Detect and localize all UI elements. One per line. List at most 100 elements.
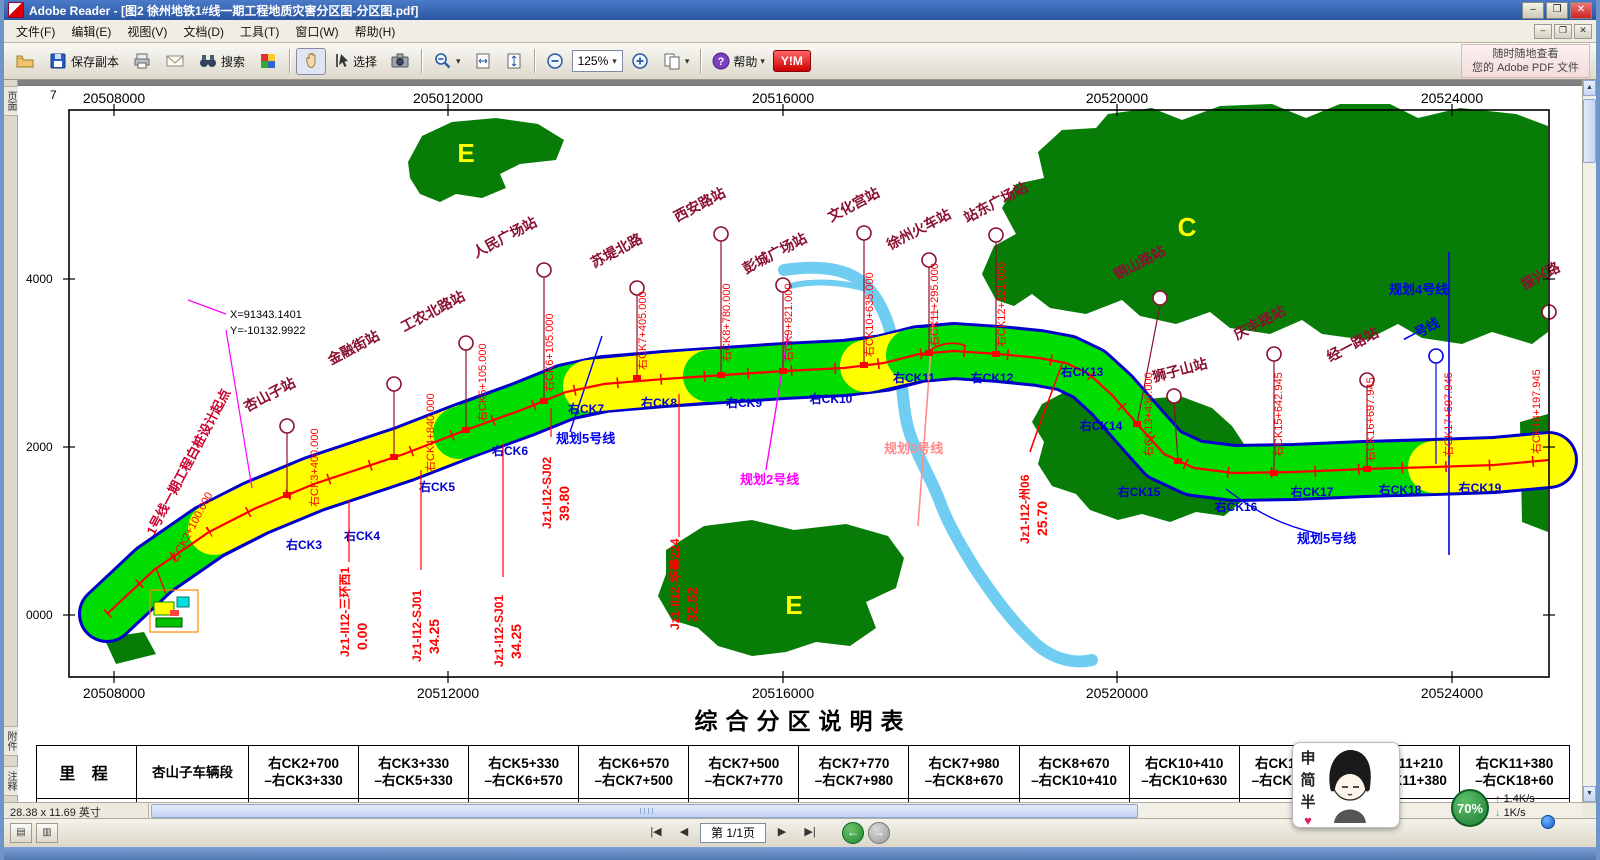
restore-button[interactable]: ❐ [1546, 2, 1568, 19]
vertical-scrollbar[interactable]: ▲ ▼ [1582, 80, 1596, 802]
open-button[interactable] [10, 48, 40, 75]
vertical-scroll-thumb[interactable] [1583, 99, 1596, 163]
help-button[interactable]: ? 帮助 ▾ [707, 48, 770, 75]
row-header-score: 评分联系数 [37, 799, 137, 803]
toolbar-separator [421, 49, 422, 73]
table-cell: 右CK2+700–右CK3+330 [249, 746, 359, 799]
grid-coordinate: 20512000 [417, 685, 480, 701]
adobe-promo: 随时随地查看 您的 Adobe PDF 文件 [1461, 44, 1590, 78]
doc-restore-button[interactable]: ❐ [1554, 24, 1572, 39]
menu-tools[interactable]: 工具(T) [232, 21, 287, 42]
snapshot-button[interactable] [385, 48, 415, 75]
fit-width-button[interactable] [500, 48, 528, 75]
next-page-button[interactable]: ▶ [770, 822, 794, 844]
menu-file[interactable]: 文件(F) [8, 21, 63, 42]
page-display-button[interactable]: ▾ [657, 48, 695, 75]
minimize-button[interactable]: – [1522, 2, 1544, 19]
window-title: Adobe Reader - [图2 徐州地铁1#线一期工程地质灾害分区图-分区… [29, 2, 1522, 19]
horizontal-scroll-thumb[interactable] [151, 804, 1138, 818]
menu-help[interactable]: 帮助(H) [347, 21, 404, 42]
popup-ad[interactable]: 申 简 半 ♥ [1292, 742, 1400, 828]
toolbar-separator [700, 49, 701, 73]
area-letter: E [457, 138, 474, 168]
zoom-level-select[interactable]: 125% ▾ [572, 50, 623, 72]
menu-view[interactable]: 视图(V) [119, 21, 175, 42]
adobe-reader-icon [8, 2, 24, 18]
table-cell: 右CK8+670–右CK10+410 [1019, 746, 1129, 799]
fit-page-button[interactable] [469, 48, 497, 75]
menu-document[interactable]: 文档(D) [175, 21, 232, 42]
search-button[interactable]: 搜索 [193, 48, 250, 75]
heart-icon: ♥ [1304, 813, 1312, 828]
menu-edit[interactable]: 编辑(E) [63, 21, 119, 42]
scroll-up-arrow[interactable]: ▲ [1583, 80, 1596, 96]
toolbar: 保存副本 搜索 选择 ▾ [4, 43, 1596, 80]
plan-line2-label: 规划2号线 [740, 472, 799, 487]
last-page-button[interactable]: ▶| [798, 822, 822, 844]
previous-view-button[interactable]: ← [842, 822, 864, 844]
zoom-out-button[interactable] [541, 48, 569, 75]
first-page-button[interactable]: |◀ [644, 822, 668, 844]
svg-text:狮子山站: 狮子山站 [1150, 355, 1209, 385]
svg-text:右CK16: 右CK16 [1214, 499, 1258, 514]
doc-close-button[interactable]: ✕ [1574, 24, 1592, 39]
save-copy-button[interactable]: 保存副本 [43, 48, 124, 75]
single-page-view-button[interactable]: ▤ [10, 823, 32, 843]
table-cell: 1.34 [1129, 799, 1239, 803]
svg-text:0.00: 0.00 [354, 623, 370, 650]
svg-text:Jz1-II12-三环西1: Jz1-II12-三环西1 [338, 567, 352, 657]
download-arrow-icon: ↓ [1495, 807, 1501, 819]
svg-text:西安路站: 西安路站 [671, 184, 728, 224]
yahoo-messenger-button[interactable]: Y!M [773, 50, 811, 72]
continuous-view-button[interactable]: ▥ [36, 823, 58, 843]
svg-text:右CK13: 右CK13 [1060, 364, 1104, 379]
sidebar-tab-attachments[interactable]: 附件 [2, 726, 19, 756]
promo-line1: 随时随地查看 [1472, 47, 1579, 61]
menu-window[interactable]: 窗口(W) [287, 21, 346, 42]
sidebar-tab-pages[interactable]: 页面 [2, 86, 19, 116]
tray-app-icon[interactable] [1541, 815, 1555, 829]
table-title: 综合分区说明表 [36, 702, 1570, 736]
svg-text:右CK11: 右CK11 [892, 370, 935, 385]
camera-icon [390, 51, 410, 71]
close-button[interactable]: ✕ [1570, 2, 1592, 19]
email-button[interactable] [160, 48, 190, 75]
print-button[interactable] [127, 48, 157, 75]
table-cell: 0.31 [689, 799, 799, 803]
zoom-in-button[interactable] [626, 48, 654, 75]
page-display-icon [662, 51, 682, 71]
toolbar-separator [534, 49, 535, 73]
scroll-down-arrow[interactable]: ▼ [1583, 786, 1596, 802]
page-number-field[interactable]: 第 1/1页 [700, 823, 766, 843]
grid-coordinate: 20524000 [1421, 685, 1484, 701]
envelope-icon [165, 51, 185, 71]
select-label: 选择 [353, 53, 377, 70]
next-view-button[interactable]: → [868, 822, 890, 844]
svg-text:右CK14: 右CK14 [1079, 418, 1123, 433]
row-header-mileage: 里 程 [37, 746, 137, 799]
ad-text-column: 申 简 半 ♥ [1297, 747, 1319, 823]
previous-page-button[interactable]: ◀ [672, 822, 696, 844]
zoom-out-icon [546, 52, 564, 70]
sidebar-tab-comments[interactable]: 注释 [2, 766, 19, 796]
percent-badge[interactable]: 70% [1451, 789, 1489, 827]
plan-line5-right-label: 规划5号线 [1297, 531, 1356, 546]
page-navigation: |◀ ◀ 第 1/1页 ▶ ▶| ← → [644, 822, 890, 844]
svg-text:金融街站: 金融街站 [324, 327, 382, 368]
svg-text:右CK5+105.000: 右CK5+105.000 [475, 343, 489, 422]
window-controls: – ❐ ✕ [1522, 2, 1592, 19]
svg-text:右CK6: 右CK6 [491, 443, 528, 458]
folder-open-icon [15, 51, 35, 71]
grid-coordinate: 20508000 [83, 685, 146, 701]
table-cell: 右CK5+330–右CK6+570 [469, 746, 579, 799]
svg-text:右CK16+697.945: 右CK16+697.945 [1363, 377, 1377, 462]
hand-tool-button[interactable] [296, 48, 326, 75]
save-copy-label: 保存副本 [71, 53, 119, 70]
select-tool-button[interactable]: 选择 [329, 48, 382, 75]
zoom-tool-button[interactable]: ▾ [428, 48, 466, 75]
create-pdf-button[interactable] [253, 48, 283, 75]
doc-minimize-button[interactable]: – [1534, 24, 1552, 39]
svg-text:右CK3: 右CK3 [285, 537, 322, 552]
table-cell: 右CK7+500–右CK7+770 [689, 746, 799, 799]
svg-text:右CK19: 右CK19 [1458, 480, 1502, 495]
